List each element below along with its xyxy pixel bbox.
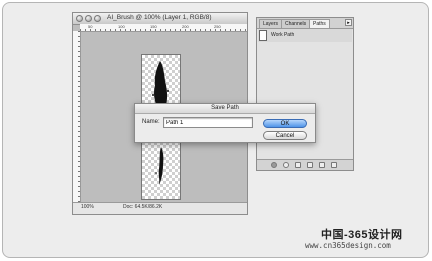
path-list-item[interactable]: Work Path xyxy=(258,29,352,42)
tab-channels[interactable]: Channels xyxy=(281,19,311,28)
load-selection-icon[interactable] xyxy=(295,162,301,168)
minimize-window-icon[interactable] xyxy=(85,15,92,22)
tab-paths[interactable]: Paths xyxy=(309,19,330,28)
path-thumbnail-icon xyxy=(259,30,267,41)
name-label: Name: xyxy=(142,119,160,125)
close-window-icon[interactable] xyxy=(76,15,83,22)
new-path-icon[interactable] xyxy=(319,162,325,168)
panel-menu-icon[interactable]: ▸ xyxy=(345,19,352,26)
tab-layers[interactable]: Layers xyxy=(259,19,283,28)
document-title: AI_Brush @ 100% (Layer 1, RGB/8) xyxy=(107,14,212,21)
zoom-window-icon[interactable] xyxy=(94,15,101,22)
ok-button[interactable]: OK xyxy=(263,119,307,128)
fill-path-icon[interactable] xyxy=(271,162,277,168)
ruler-label: 50 xyxy=(88,24,93,29)
save-path-dialog: Save Path Name: OK Cancel xyxy=(134,103,316,143)
make-work-path-icon[interactable] xyxy=(307,162,313,168)
paths-panel: Layers Channels Paths ▸ Work Path xyxy=(256,17,354,171)
dialog-title: Save Path xyxy=(135,104,315,114)
watermark-title: 中国-365设计网 xyxy=(321,229,403,241)
stroke-path-icon[interactable] xyxy=(283,162,289,168)
horizontal-ruler[interactable]: 50 100 150 200 250 xyxy=(80,24,247,32)
panel-footer xyxy=(257,159,353,170)
vertical-ruler[interactable] xyxy=(73,31,81,203)
path-name: Work Path xyxy=(271,32,295,38)
path-name-input[interactable] xyxy=(163,117,253,128)
zoom-level[interactable]: 100% xyxy=(81,204,94,210)
document-status-bar: 100% Doc: 64.5K/86.2K xyxy=(73,202,247,214)
panel-tabs: Layers Channels Paths ▸ xyxy=(257,18,353,29)
ruler-label: 150 xyxy=(150,24,157,29)
document-size-info[interactable]: Doc: 64.5K/86.2K xyxy=(123,204,162,210)
cancel-button[interactable]: Cancel xyxy=(263,131,307,140)
ruler-label: 200 xyxy=(182,24,189,29)
watermark-url: www.cn365design.com xyxy=(305,241,391,250)
ruler-label: 100 xyxy=(118,24,125,29)
trash-icon[interactable] xyxy=(331,162,337,168)
ruler-label: 250 xyxy=(214,24,221,29)
